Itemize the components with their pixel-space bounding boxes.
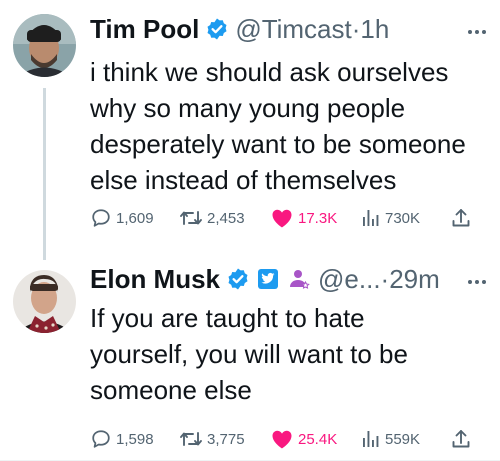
retweet-icon	[180, 211, 202, 225]
more-options-icon[interactable]	[464, 16, 490, 36]
share-button[interactable]	[450, 205, 472, 231]
tweet-actions: 1,598 3,775 25.4K 559K	[90, 426, 480, 452]
tweet-header: Elon Musk @e... · 29m	[90, 262, 490, 296]
subscriber-badge-icon	[286, 267, 312, 291]
views-chart-icon	[363, 431, 379, 447]
timestamp[interactable]: 1h	[360, 12, 389, 46]
tweet-thread: Tim Pool @Timcast · 1h i think we should…	[0, 0, 500, 461]
views-button[interactable]: 559K	[359, 426, 420, 452]
tweet[interactable]: Elon Musk @e... · 29m If you are taught …	[0, 262, 500, 461]
avatar[interactable]	[13, 270, 76, 333]
avatar[interactable]	[13, 14, 76, 77]
tweet-header: Tim Pool @Timcast · 1h	[90, 12, 490, 46]
views-count: 730K	[385, 209, 421, 227]
tweet-text: If you are taught to hate yourself, you …	[90, 303, 408, 405]
author-name[interactable]: Elon Musk	[90, 262, 220, 296]
author-handle[interactable]: @e...	[318, 262, 381, 296]
verified-badge-icon	[226, 267, 250, 291]
author-handle[interactable]: @Timcast	[235, 12, 351, 46]
reply-icon	[92, 209, 110, 227]
retweet-button[interactable]: 2,453	[179, 205, 245, 231]
views-chart-icon	[363, 210, 379, 226]
views-count: 559K	[385, 430, 421, 448]
share-icon	[452, 209, 470, 227]
views-button[interactable]: 730K	[359, 205, 420, 231]
separator-dot: ·	[351, 14, 361, 44]
heart-filled-icon	[272, 209, 292, 228]
share-button[interactable]	[450, 426, 472, 452]
share-icon	[452, 430, 470, 448]
reply-button[interactable]: 1,598	[90, 426, 154, 452]
retweet-button[interactable]: 3,775	[179, 426, 245, 452]
reply-button[interactable]: 1,609	[90, 205, 154, 231]
heart-filled-icon	[272, 430, 292, 449]
verified-badge-icon	[205, 17, 229, 41]
tweet[interactable]: Tim Pool @Timcast · 1h i think we should…	[0, 0, 500, 262]
thread-connector-line	[43, 88, 46, 260]
reply-count: 1,598	[116, 430, 154, 448]
more-options-icon[interactable]	[464, 266, 490, 286]
reply-icon	[92, 430, 110, 448]
author-name[interactable]: Tim Pool	[90, 12, 199, 46]
retweet-count: 3,775	[207, 430, 245, 448]
like-button[interactable]: 17.3K	[270, 205, 337, 231]
like-count: 17.3K	[298, 209, 338, 227]
like-button[interactable]: 25.4K	[270, 426, 337, 452]
separator-dot: ·	[380, 264, 390, 294]
like-count: 25.4K	[298, 430, 338, 448]
retweet-count: 2,453	[207, 209, 245, 227]
reply-count: 1,609	[116, 209, 154, 227]
tweet-actions: 1,609 2,453 17.3K 730K	[90, 205, 480, 231]
tweet-text: i think we should ask ourselves why so m…	[90, 57, 466, 195]
timestamp[interactable]: 29m	[389, 262, 440, 296]
retweet-icon	[180, 432, 202, 446]
affiliate-badge-icon	[256, 267, 280, 291]
